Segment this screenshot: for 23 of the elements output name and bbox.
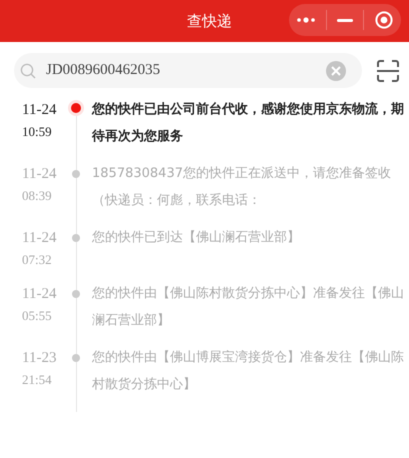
event-date: 11-24 [22,229,58,248]
event-time: 10:59 [22,123,53,141]
event-time: 21:54 [22,371,53,389]
minimize-icon [336,18,353,22]
event-text: 您的快件由【佛山陈村散货分拣中心】准备发往【佛山澜石营业部】 [92,285,405,330]
event-date: 11-24 [22,101,58,120]
tracking-number: JD0089600462035 [46,62,160,79]
event-time: 08:39 [22,187,53,205]
event-text: 18578308437您的快件正在派送中，请您准备签收（快递员：何彪，联系电话： [92,165,392,210]
more-icon [297,17,316,23]
event-text: 您的快件已到达【佛山澜石营业部】 [92,229,301,247]
event-time: 07:32 [22,251,53,269]
search-field[interactable]: JD0089600462035 [14,53,362,88]
event-date: 11-23 [22,349,58,368]
event-date: 11-24 [22,285,58,304]
event-time: 05:55 [22,307,53,325]
event-text: 您的快件由【佛山博展宝湾接货仓】准备发往【佛山陈村散货分拣中心】 [92,349,405,394]
event-date: 11-24 [22,165,58,184]
target-icon [374,11,393,29]
event-text: 您的快件已由公司前台代收，感谢您使用京东物流，期待再次为您服务 [92,100,405,146]
scan-icon[interactable] [377,60,399,82]
search-icon [20,62,36,78]
page-title: 查快递 [187,12,232,30]
